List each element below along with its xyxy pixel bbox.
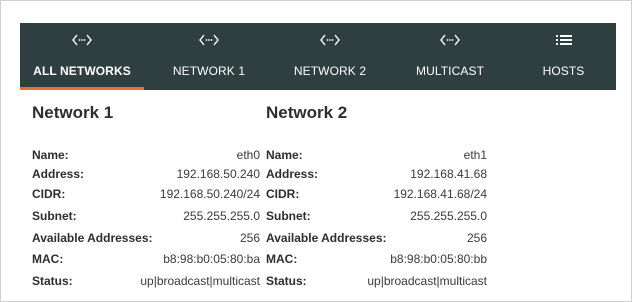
network-2-available-row: Available Addresses: 256: [266, 231, 487, 248]
app-frame: ALL NETWORKS NETWORK 1 NETWORK 2 MULTICA…: [0, 0, 632, 302]
tab-label: NETWORK 1: [172, 64, 246, 78]
network-1-subnet-row: Subnet: 255.255.255.0: [32, 209, 260, 226]
field-label: Status:: [266, 274, 307, 288]
field-label: Name:: [266, 148, 303, 162]
tab-label: ALL NETWORKS: [33, 64, 131, 78]
code-arrows-icon: [155, 32, 263, 48]
network-2-title: Network 2: [266, 103, 348, 122]
network-1-title: Network 1: [32, 103, 114, 122]
field-value: 256: [239, 231, 260, 245]
field-label: MAC:: [266, 252, 298, 266]
network-1-name-row: Name: eth0: [32, 148, 260, 165]
network-1-mac-row: MAC: b8:98:b0:05:80:ba: [32, 252, 260, 269]
field-label: Status:: [32, 274, 73, 288]
code-arrows-icon: [20, 32, 144, 48]
tab-label: HOSTS: [542, 64, 585, 78]
network-1-status-row: Status: up|broadcast|multicast: [32, 274, 260, 291]
field-value: 192.168.41.68: [410, 167, 487, 181]
field-value: eth0: [236, 148, 260, 162]
field-value: up|broadcast|multicast: [140, 274, 260, 288]
field-value: 192.168.41.68/24: [393, 187, 487, 201]
field-label: CIDR:: [32, 187, 66, 201]
field-value: 255.255.255.0: [410, 209, 487, 223]
network-2-subnet-row: Subnet: 255.255.255.0: [266, 209, 487, 226]
list-icon: [511, 32, 616, 48]
field-label: MAC:: [32, 252, 64, 266]
tab-label: NETWORK 2: [293, 64, 367, 78]
code-arrows-icon: [396, 32, 504, 48]
tab-network-2[interactable]: NETWORK 2: [276, 23, 384, 90]
top-tab-bar: ALL NETWORKS NETWORK 1 NETWORK 2 MULTICA…: [20, 23, 616, 90]
network-2-address-row: Address: 192.168.41.68: [266, 167, 487, 184]
tab-label: MULTICAST: [415, 64, 484, 78]
network-2-status-row: Status: up|broadcast|multicast: [266, 274, 487, 291]
field-label: Available Addresses:: [266, 231, 387, 245]
field-value: eth1: [463, 148, 487, 162]
network-2-name-row: Name: eth1: [266, 148, 487, 165]
code-arrows-icon: [276, 32, 384, 48]
field-value: 192.168.50.240: [176, 167, 260, 181]
field-value: up|broadcast|multicast: [367, 274, 487, 288]
tab-hosts[interactable]: HOSTS: [511, 23, 616, 90]
network-2-mac-row: MAC: b8:98:b0:05:80:bb: [266, 252, 487, 269]
active-tab-indicator: [20, 87, 144, 90]
field-value: 192.168.50.240/24: [159, 187, 260, 201]
field-value: 255.255.255.0: [183, 209, 260, 223]
tab-multicast[interactable]: MULTICAST: [396, 23, 504, 90]
network-1-available-row: Available Addresses: 256: [32, 231, 260, 248]
field-label: CIDR:: [266, 187, 300, 201]
field-label: Available Addresses:: [32, 231, 153, 245]
field-label: Subnet:: [32, 209, 77, 223]
field-value: 256: [466, 231, 487, 245]
tab-all-networks[interactable]: ALL NETWORKS: [20, 23, 144, 90]
field-label: Address:: [32, 167, 85, 181]
field-label: Subnet:: [266, 209, 311, 223]
network-1-cidr-row: CIDR: 192.168.50.240/24: [32, 187, 260, 204]
field-label: Address:: [266, 167, 319, 181]
tab-network-1[interactable]: NETWORK 1: [155, 23, 263, 90]
field-value: b8:98:b0:05:80:ba: [163, 252, 260, 266]
field-label: Name:: [32, 148, 69, 162]
network-1-address-row: Address: 192.168.50.240: [32, 167, 260, 184]
field-value: b8:98:b0:05:80:bb: [390, 252, 487, 266]
network-2-cidr-row: CIDR: 192.168.41.68/24: [266, 187, 487, 204]
